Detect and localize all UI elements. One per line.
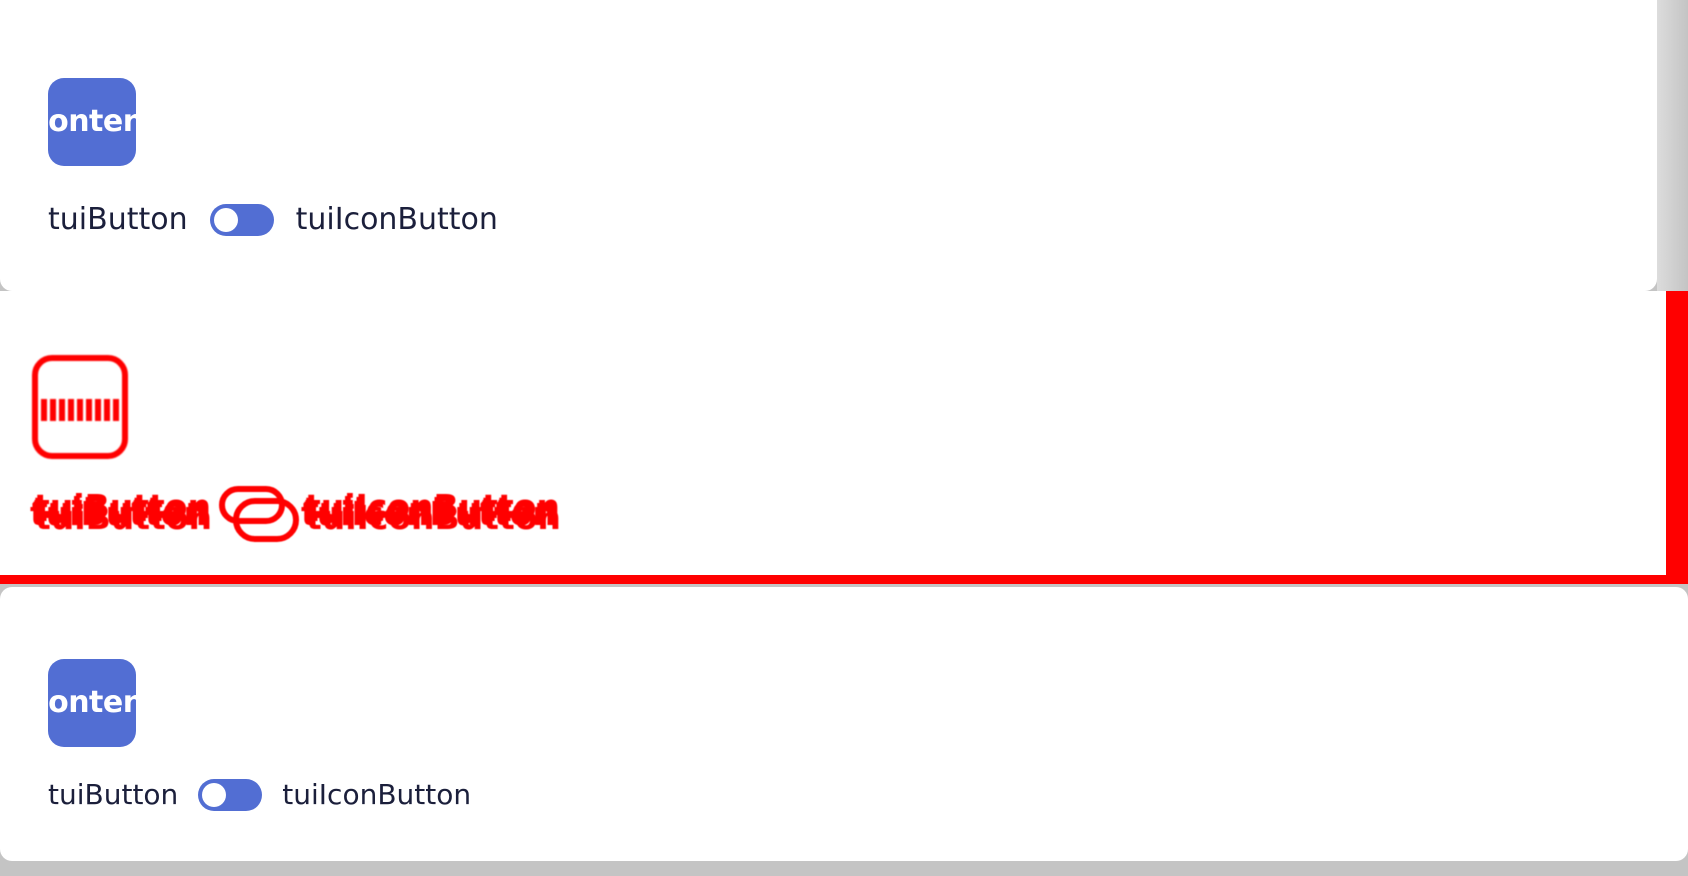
diff-toggle xyxy=(218,486,299,542)
diff-switch-row: tuiButton tuiIconButton xyxy=(32,486,558,542)
diff-border-right xyxy=(1666,291,1688,584)
button-type-switch-row: tuiButton tuiIconButton xyxy=(48,778,471,811)
button-type-toggle[interactable] xyxy=(209,203,274,236)
content-button-label: Content xyxy=(48,685,136,720)
toggle-knob xyxy=(202,782,227,807)
diff-toggle-ring-offset xyxy=(232,498,299,542)
diff-content-button xyxy=(32,355,128,459)
bottom-demo-panel: Content tuiButton tuiIconButton xyxy=(0,587,1688,861)
diff-tui-button-label: tuiButton xyxy=(32,489,209,529)
button-type-switch-row: tuiButton tuiIconButton xyxy=(48,202,498,237)
tui-icon-button-label: tuiIconButton xyxy=(282,778,472,811)
diff-border-bottom xyxy=(0,575,1688,584)
diff-highlight-panel: tuiButton tuiIconButton xyxy=(0,291,1688,584)
content-button[interactable]: Content xyxy=(48,78,136,166)
tui-button-label: tuiButton xyxy=(48,202,188,237)
diff-tui-icon-button-label: tuiIconButton xyxy=(302,489,558,529)
tui-icon-button-label: tuiIconButton xyxy=(295,202,498,237)
toggle-knob xyxy=(213,207,238,232)
content-button[interactable]: Content xyxy=(48,659,136,747)
content-button-label: Content xyxy=(48,104,136,139)
scrollbar-shade xyxy=(1657,0,1688,291)
diff-content-button-label-band xyxy=(32,399,128,421)
tui-button-label: tuiButton xyxy=(48,778,179,811)
top-demo-panel: Content tuiButton tuiIconButton xyxy=(0,0,1657,291)
button-type-toggle[interactable] xyxy=(198,778,263,811)
